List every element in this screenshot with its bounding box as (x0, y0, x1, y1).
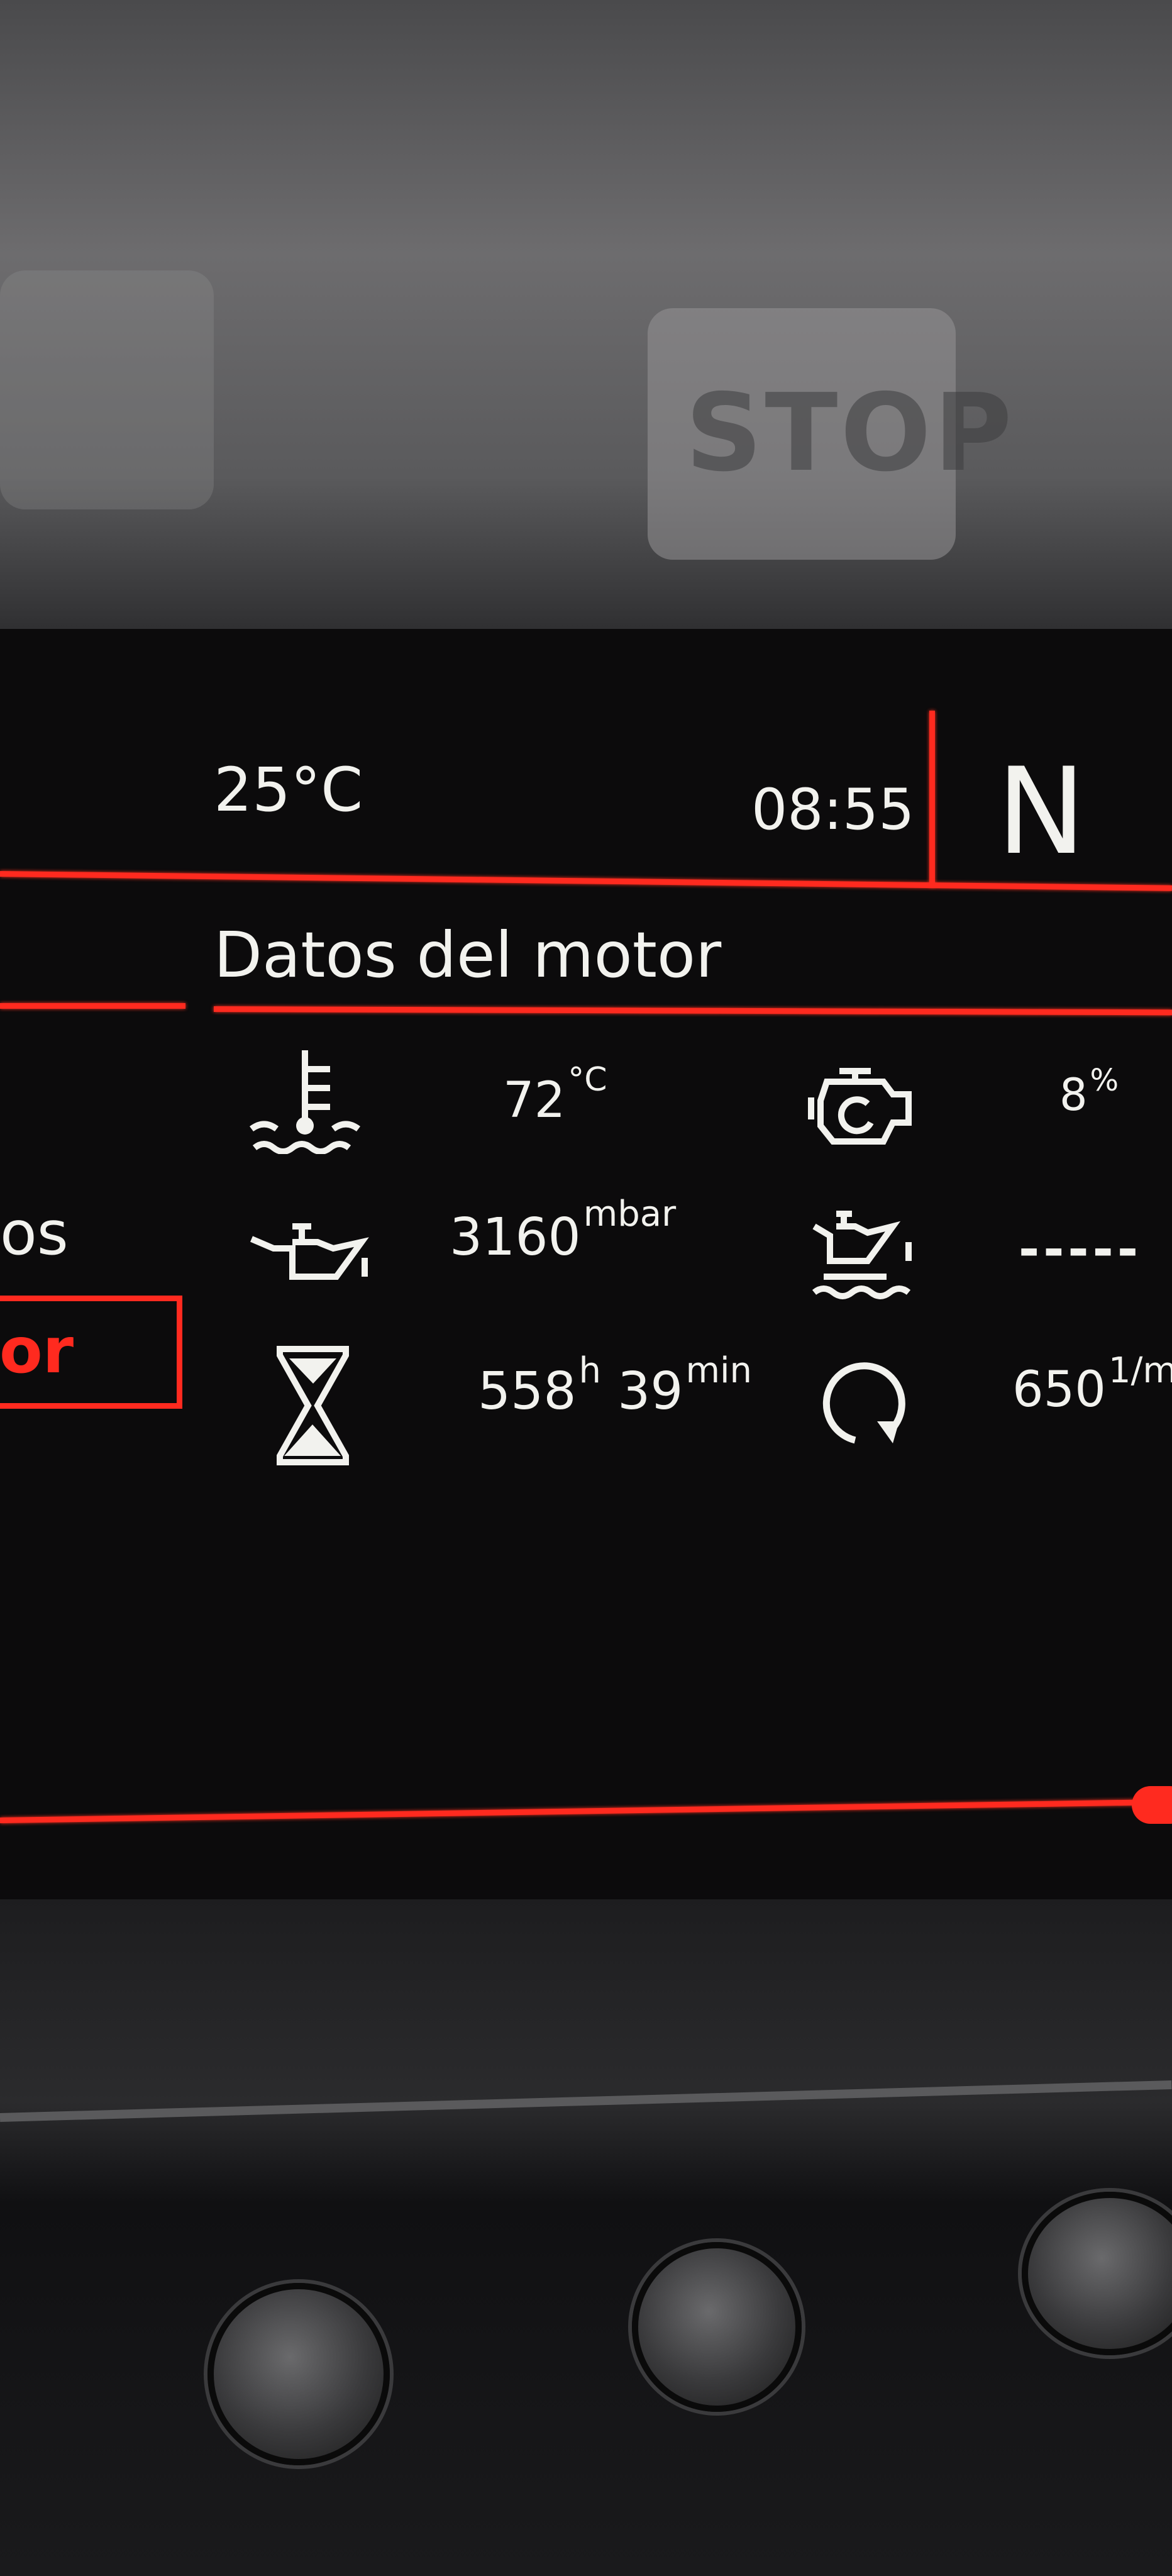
hours-unit: h (578, 1350, 602, 1391)
unit: mbar (583, 1194, 677, 1235)
engine-load-value: 8% (1059, 1063, 1119, 1121)
oil-pressure-icon (250, 1223, 369, 1280)
engine-speed-value: 6501/mi (1012, 1350, 1172, 1418)
bezel-edge (0, 2080, 1172, 2122)
menu-item-selected[interactable]: or (0, 1296, 182, 1409)
reflection (0, 270, 214, 509)
menu-separator (0, 1003, 185, 1009)
value: 3160 (450, 1208, 581, 1267)
unit: 1/mi (1108, 1350, 1172, 1391)
unit: °C (568, 1061, 607, 1099)
title-underline (213, 1006, 1172, 1016)
scroll-indicator[interactable] (1132, 1786, 1172, 1824)
engine-speed-icon (822, 1362, 905, 1444)
value: 72 (503, 1072, 566, 1129)
oil-temperature-value: ----- (1019, 1220, 1142, 1279)
stop-reflection-text: STOP (685, 371, 1015, 496)
outside-temperature: 25°C (214, 755, 363, 825)
display-screen: 25°C 08:55 N Datos del motor os or 72°C … (0, 629, 1172, 1899)
control-button-middle[interactable] (632, 2242, 802, 2412)
oil-pressure-value: 3160mbar (450, 1194, 676, 1267)
unit: % (1090, 1063, 1119, 1098)
menu-item-selected-label: or (0, 1314, 74, 1387)
control-button-left[interactable] (207, 2283, 390, 2465)
hours: 558 (478, 1362, 577, 1421)
minutes: 39 (617, 1362, 683, 1421)
hourglass-icon (277, 1346, 349, 1465)
engine-hours-value: 558h 39min (478, 1350, 752, 1421)
value: 650 (1012, 1362, 1106, 1418)
minutes-unit: min (685, 1350, 753, 1391)
instrument-bezel-top: STOP (0, 0, 1172, 635)
gear-indicator: N (997, 742, 1086, 881)
header-divider (929, 711, 935, 887)
clock: 08:55 (751, 777, 915, 843)
value: 8 (1059, 1069, 1088, 1121)
oil-temperature-icon (812, 1211, 912, 1299)
instrument-bezel-bottom (0, 1899, 1172, 2576)
engine-load-icon (808, 1068, 912, 1145)
footer-separator (0, 1799, 1172, 1823)
coolant-temperature-icon (250, 1050, 360, 1154)
coolant-temperature-value: 72°C (503, 1061, 607, 1129)
menu-item-partial[interactable]: os (0, 1198, 69, 1269)
page-title: Datos del motor (214, 918, 722, 992)
